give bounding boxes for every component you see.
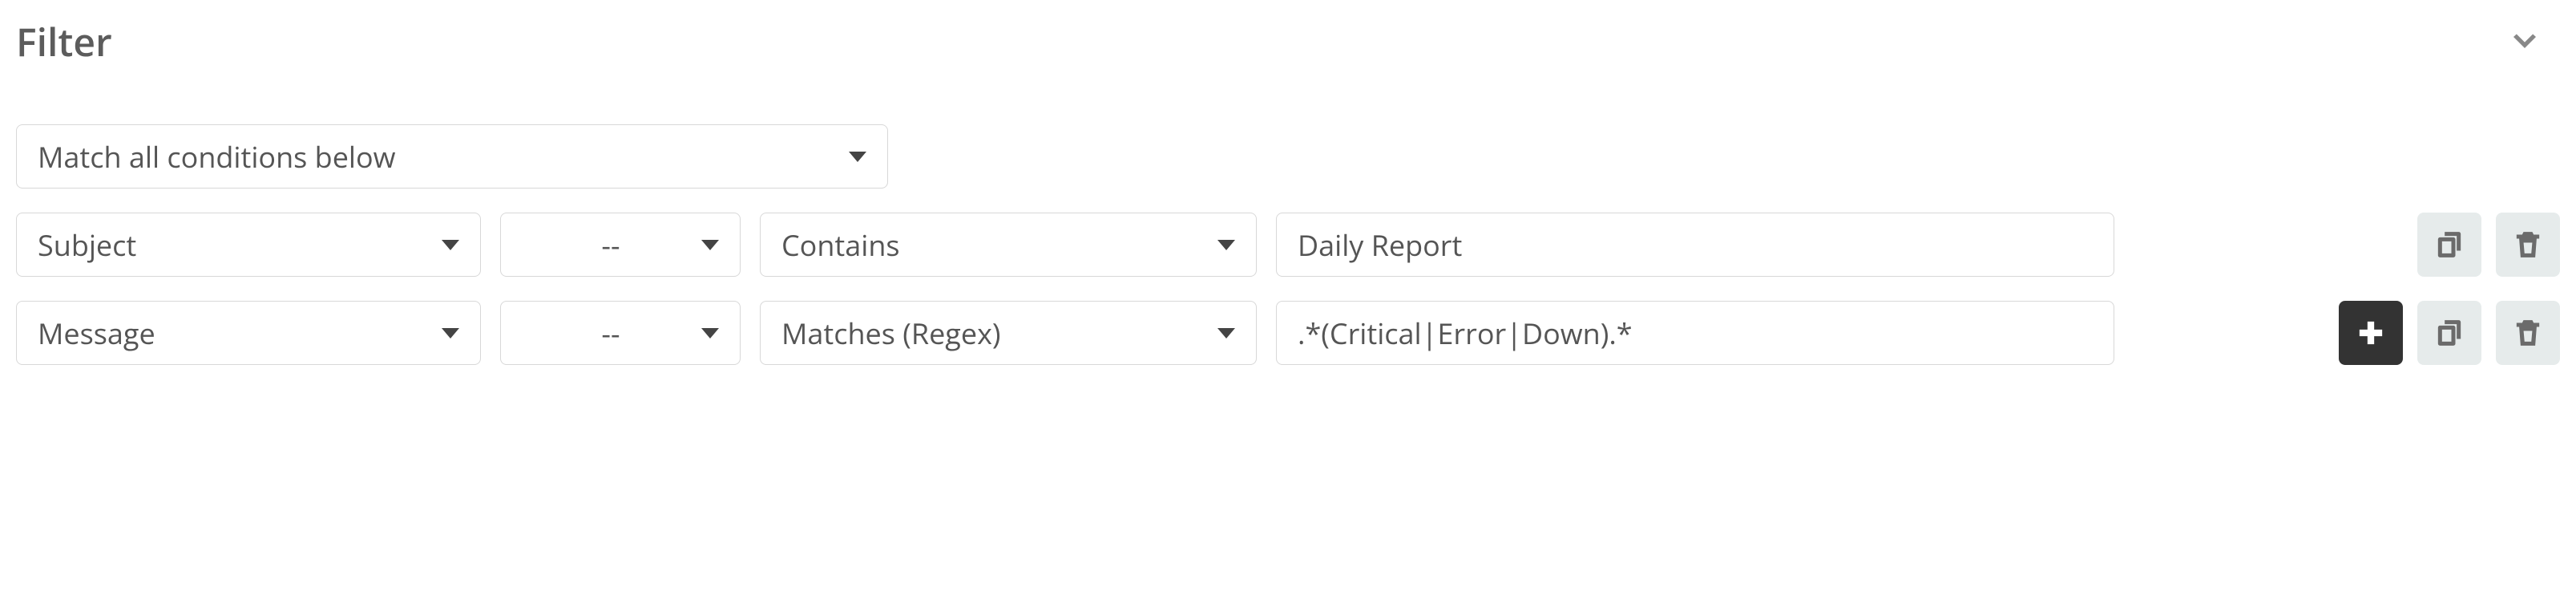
condition-row: Message -- Matches (Regex) bbox=[16, 301, 2560, 365]
caret-down-icon bbox=[442, 328, 459, 339]
operator-label: Matches (Regex) bbox=[781, 314, 1001, 353]
chevron-down-icon bbox=[2508, 26, 2542, 59]
copy-button[interactable] bbox=[2417, 301, 2481, 365]
copy-icon bbox=[2433, 317, 2465, 349]
modifier-label: -- bbox=[522, 225, 685, 265]
copy-button[interactable] bbox=[2417, 213, 2481, 277]
operator-select[interactable]: Matches (Regex) bbox=[760, 301, 1257, 365]
caret-down-icon bbox=[701, 328, 719, 339]
trash-icon bbox=[2512, 317, 2544, 349]
field-select[interactable]: Subject bbox=[16, 213, 481, 277]
condition-row: Subject -- Contains bbox=[16, 213, 2560, 277]
field-select[interactable]: Message bbox=[16, 301, 481, 365]
copy-icon bbox=[2433, 229, 2465, 261]
operator-select[interactable]: Contains bbox=[760, 213, 1257, 277]
trash-icon bbox=[2512, 229, 2544, 261]
collapse-toggle[interactable] bbox=[2505, 23, 2544, 62]
plus-icon bbox=[2355, 317, 2387, 349]
caret-down-icon bbox=[442, 240, 459, 250]
row-actions bbox=[2417, 213, 2560, 277]
delete-button[interactable] bbox=[2496, 213, 2560, 277]
modifier-select[interactable]: -- bbox=[500, 301, 741, 365]
caret-down-icon bbox=[1217, 240, 1235, 250]
row-actions bbox=[2339, 301, 2560, 365]
caret-down-icon bbox=[701, 240, 719, 250]
match-mode-select[interactable]: Match all conditions below bbox=[16, 124, 888, 189]
value-input[interactable] bbox=[1276, 213, 2114, 277]
add-button[interactable] bbox=[2339, 301, 2403, 365]
modifier-label: -- bbox=[522, 314, 685, 353]
operator-label: Contains bbox=[781, 225, 900, 265]
value-input[interactable] bbox=[1276, 301, 2114, 365]
caret-down-icon bbox=[849, 152, 866, 162]
filter-title: Filter bbox=[16, 16, 112, 68]
field-label: Subject bbox=[38, 225, 136, 265]
match-mode-row: Match all conditions below bbox=[16, 124, 2560, 189]
delete-button[interactable] bbox=[2496, 301, 2560, 365]
field-label: Message bbox=[38, 314, 155, 353]
match-mode-label: Match all conditions below bbox=[38, 137, 396, 176]
caret-down-icon bbox=[1217, 328, 1235, 339]
modifier-select[interactable]: -- bbox=[500, 213, 741, 277]
filter-header: Filter bbox=[16, 16, 2560, 68]
